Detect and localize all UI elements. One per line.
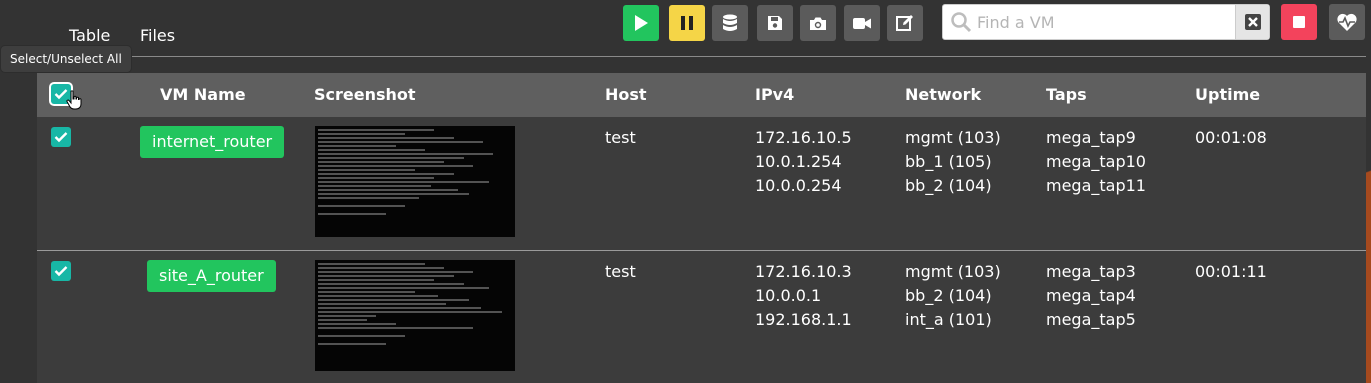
vm-search [942, 4, 1270, 40]
menu-files[interactable]: Files [140, 26, 175, 45]
vm-name-badge[interactable]: internet_router [140, 126, 285, 158]
header-vm-name[interactable]: VM Name [160, 85, 246, 104]
table-header: VM Name Screenshot Host IPv4 Network Tap… [37, 73, 1366, 117]
header-network[interactable]: Network [905, 85, 981, 104]
header-host[interactable]: Host [605, 85, 647, 104]
save-button[interactable] [757, 5, 793, 41]
heartbeat-icon [1337, 13, 1357, 32]
search-icon [950, 11, 972, 37]
save-icon [768, 16, 782, 30]
row-checkbox[interactable] [51, 127, 71, 147]
header-divider [36, 56, 1366, 57]
close-icon [1244, 14, 1261, 30]
uptime-cell: 00:01:08 [1195, 128, 1267, 147]
host-cell: test [605, 262, 636, 281]
header-screenshot[interactable]: Screenshot [314, 85, 416, 104]
clear-search-button[interactable] [1235, 5, 1269, 39]
uptime-cell: 00:01:11 [1195, 262, 1267, 281]
health-button[interactable] [1329, 4, 1365, 40]
menu-table[interactable]: Table [69, 26, 110, 45]
row-checkbox[interactable] [51, 261, 71, 281]
vm-screenshot[interactable] [315, 126, 515, 237]
vm-table: VM Name Screenshot Host IPv4 Network Tap… [37, 73, 1366, 383]
record-button[interactable] [844, 5, 880, 41]
edit-button[interactable] [887, 5, 923, 41]
check-icon [54, 266, 68, 277]
stop-button[interactable] [1281, 4, 1317, 40]
taps-cell: mega_tap3 mega_tap4 mega_tap5 [1046, 262, 1136, 329]
pause-button[interactable] [669, 5, 705, 41]
start-button[interactable] [623, 5, 659, 41]
taps-cell: mega_tap9 mega_tap10 mega_tap11 [1046, 128, 1146, 195]
network-cell: mgmt (103) bb_1 (105) bb_2 (104) [905, 128, 1001, 195]
header-uptime[interactable]: Uptime [1195, 85, 1260, 104]
network-cell: mgmt (103) bb_2 (104) int_a (101) [905, 262, 1001, 329]
ipv4-cell: 172.16.10.5 10.0.1.254 10.0.0.254 [755, 128, 852, 195]
camera-icon [810, 17, 826, 30]
stop-icon [1293, 16, 1305, 28]
host-cell: test [605, 128, 636, 147]
pause-icon [681, 16, 693, 30]
search-input[interactable] [977, 5, 1232, 39]
row-divider [37, 250, 1366, 251]
vm-name-badge[interactable]: site_A_router [147, 260, 276, 292]
play-icon [635, 15, 648, 31]
database-icon [723, 14, 737, 31]
check-icon [54, 132, 68, 143]
header-ipv4[interactable]: IPv4 [755, 85, 794, 104]
video-icon [853, 17, 871, 29]
ipv4-cell: 172.16.10.3 10.0.0.1 192.168.1.1 [755, 262, 852, 329]
hand-cursor-icon [66, 90, 82, 110]
header-taps[interactable]: Taps [1046, 85, 1087, 104]
vm-screenshot[interactable] [315, 260, 515, 371]
select-all-tooltip: Select/Unselect All [0, 45, 132, 73]
database-button[interactable] [712, 5, 748, 41]
edit-icon [896, 15, 913, 31]
screenshot-button[interactable] [800, 5, 836, 41]
